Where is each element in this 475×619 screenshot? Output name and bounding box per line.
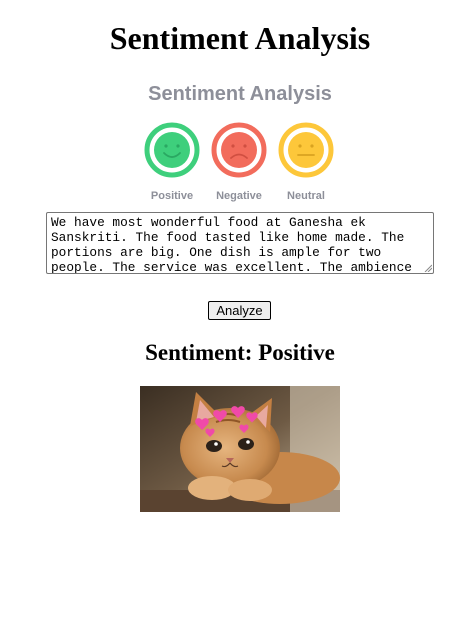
logo-title: Sentiment Analysis xyxy=(148,83,332,105)
sentiment-faces xyxy=(144,122,334,178)
review-text: We have most wonderful food at Ganesha e… xyxy=(51,215,412,274)
page-title: Sentiment Analysis xyxy=(109,20,371,56)
neutral-face-icon xyxy=(278,122,334,178)
analyze-button[interactable]: Analyze xyxy=(208,301,271,320)
neutral-label: Neutral xyxy=(287,190,325,202)
frowning-face-icon xyxy=(211,122,267,178)
review-textarea[interactable]: We have most wonderful food at Ganesha e… xyxy=(46,212,434,274)
cat-image xyxy=(140,386,340,512)
resize-grip-icon[interactable] xyxy=(424,264,432,272)
sentiment-result: Sentiment: Positive xyxy=(145,340,335,365)
positive-label: Positive xyxy=(150,190,194,202)
sentiment-logo: Sentiment Analysis Positive Negative Neu… xyxy=(140,80,340,210)
negative-label: Negative xyxy=(216,190,262,202)
smiling-face-icon xyxy=(144,122,200,178)
